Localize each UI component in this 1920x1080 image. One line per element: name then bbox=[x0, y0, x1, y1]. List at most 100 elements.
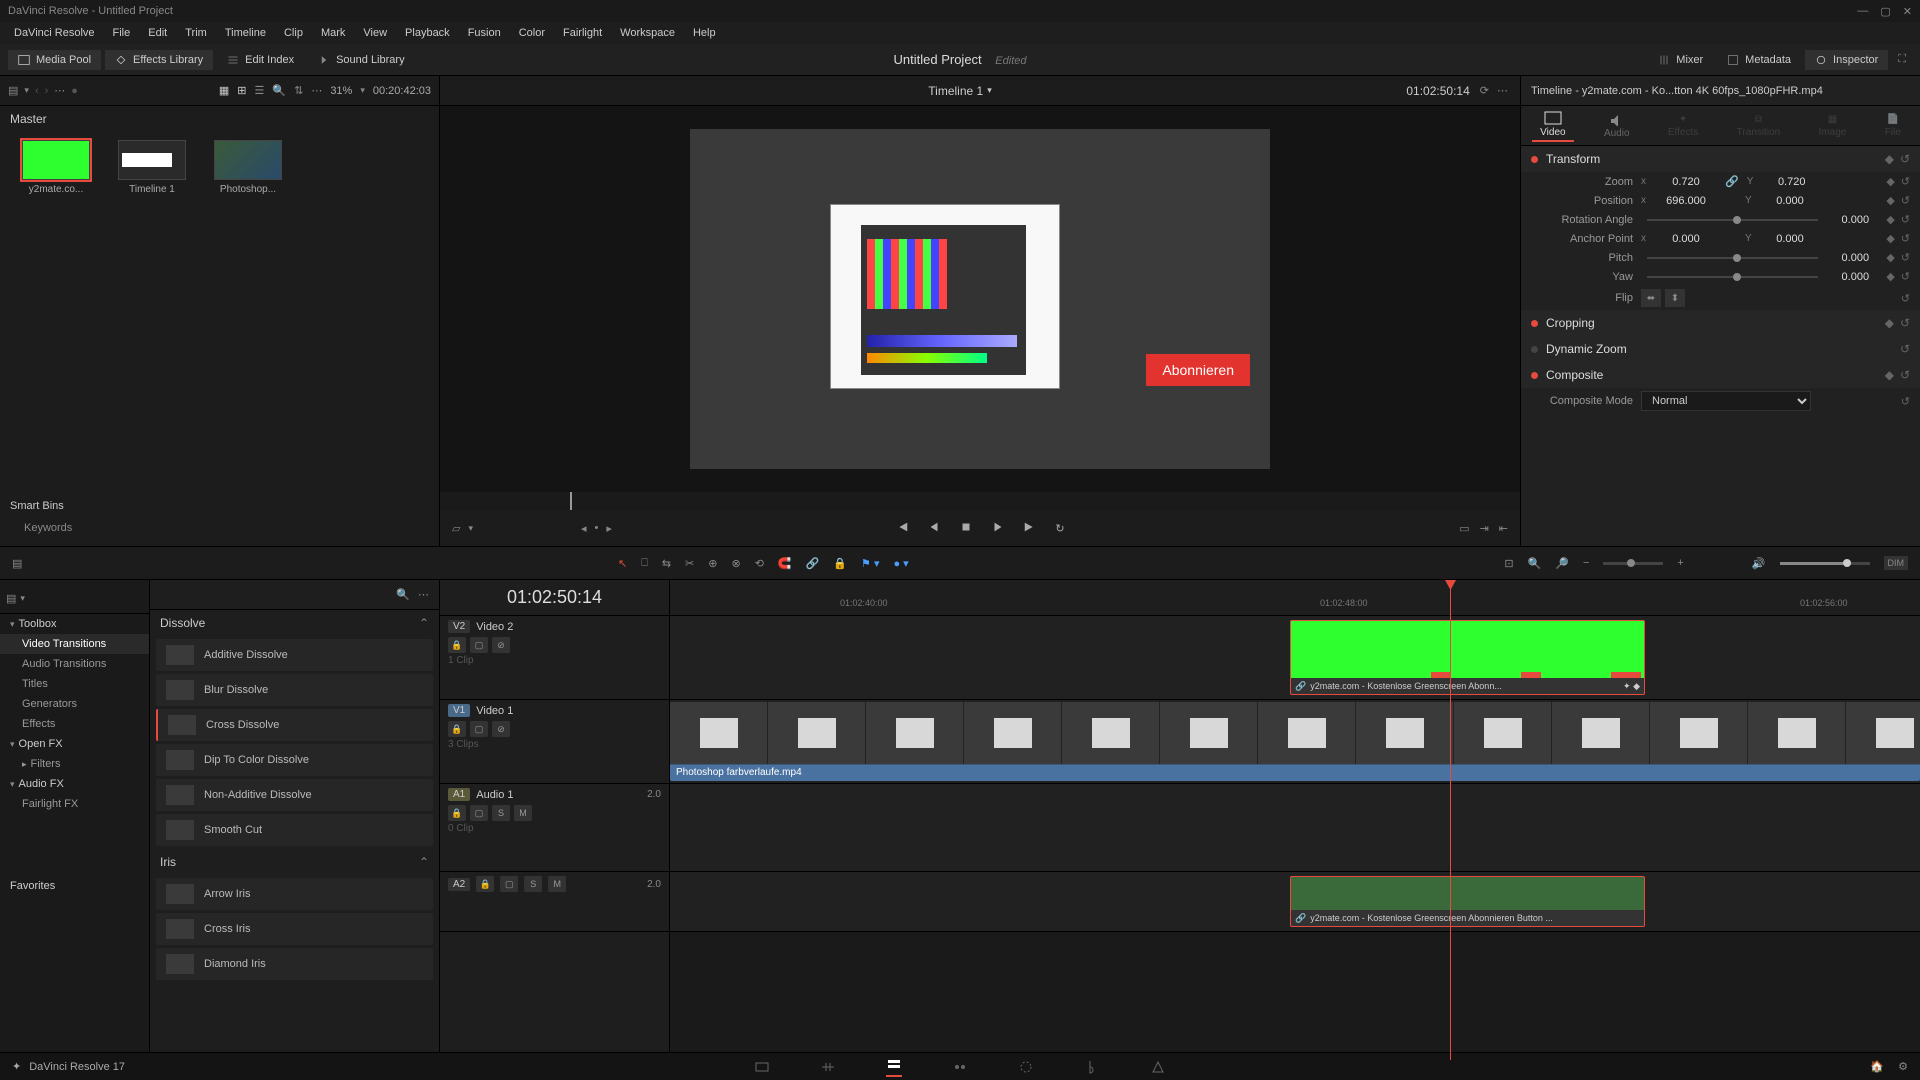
viewer-scrubber[interactable] bbox=[440, 492, 1520, 510]
fx-tree-video-transitions[interactable]: Video Transitions bbox=[0, 634, 149, 654]
go-in-icon[interactable]: ⇥ bbox=[1480, 522, 1489, 535]
pitch-slider[interactable] bbox=[1647, 257, 1818, 259]
enable-dot-icon[interactable] bbox=[1531, 156, 1538, 163]
dissolve-category[interactable]: Dissolve⌃ bbox=[150, 610, 439, 636]
mute-button[interactable]: M bbox=[548, 876, 566, 892]
fairlight-page-icon[interactable] bbox=[1084, 1057, 1100, 1077]
zoom-y-value[interactable]: 0.720 bbox=[1761, 176, 1823, 188]
mute-button[interactable]: M bbox=[514, 805, 532, 821]
bin-icon[interactable]: ▤ bbox=[6, 592, 16, 605]
mixer-toggle[interactable]: Mixer bbox=[1648, 50, 1713, 70]
grid-view-icon[interactable]: ⊞ bbox=[237, 84, 246, 97]
more-icon[interactable]: ⋯ bbox=[311, 84, 322, 97]
reset-icon[interactable]: ↺ bbox=[1901, 395, 1910, 408]
keyframe-icon[interactable]: ◆ bbox=[1885, 368, 1894, 382]
inspector-toggle[interactable]: Inspector bbox=[1805, 50, 1888, 70]
fx-item[interactable]: Diamond Iris bbox=[156, 948, 433, 980]
reset-icon[interactable]: ↺ bbox=[1901, 194, 1910, 207]
openfx-header[interactable]: ▾Open FX bbox=[4, 734, 149, 754]
inspector-tab-audio[interactable]: Audio bbox=[1596, 110, 1638, 141]
master-bin[interactable]: Master bbox=[0, 106, 439, 132]
keyframe-icon[interactable]: ◆ bbox=[1886, 175, 1894, 188]
auto-select-icon[interactable]: ▢ bbox=[470, 637, 488, 653]
lock-track-icon[interactable]: 🔒 bbox=[448, 805, 466, 821]
zoom-to-fit-icon[interactable]: ⊡ bbox=[1504, 557, 1513, 570]
sort-icon[interactable]: ⇅ bbox=[294, 84, 303, 97]
reset-icon[interactable]: ↺ bbox=[1900, 316, 1910, 330]
menu-item[interactable]: Edit bbox=[140, 25, 175, 41]
search-icon[interactable]: 🔍 bbox=[272, 84, 286, 97]
edit-index-toggle[interactable]: Edit Index bbox=[217, 50, 304, 70]
fx-item[interactable]: Arrow Iris bbox=[156, 878, 433, 910]
blade-tool-icon[interactable]: ✂ bbox=[685, 557, 694, 570]
media-page-icon[interactable] bbox=[754, 1057, 770, 1077]
media-clip-thumb[interactable]: Timeline 1 bbox=[108, 140, 196, 195]
viewer-timeline-title[interactable]: Timeline 1 ▾ bbox=[928, 84, 991, 98]
replace-icon[interactable]: ⟲ bbox=[755, 557, 764, 570]
track-header-a1[interactable]: A1 Audio 1 2.0 🔒 ▢ S M 0 Clip bbox=[440, 784, 669, 872]
menu-item[interactable]: Help bbox=[685, 25, 724, 41]
fx-item[interactable]: Dip To Color Dissolve bbox=[156, 744, 433, 776]
track-header-v1[interactable]: V1 Video 1 🔒 ▢ ⊘ 3 Clips bbox=[440, 700, 669, 784]
more-icon[interactable]: ⋯ bbox=[1497, 84, 1508, 97]
menu-item[interactable]: Color bbox=[511, 25, 553, 41]
home-icon[interactable]: 🏠 bbox=[1870, 1060, 1884, 1073]
inspector-tab-transition[interactable]: ⧉ Transition bbox=[1729, 112, 1789, 140]
iris-category[interactable]: Iris⌃ bbox=[150, 849, 439, 875]
keyframe-icon[interactable]: ◆ bbox=[1885, 316, 1894, 330]
yaw-value[interactable]: 0.000 bbox=[1824, 271, 1886, 283]
media-clip-thumb[interactable]: y2mate.co... bbox=[12, 140, 100, 195]
auto-select-icon[interactable]: ▢ bbox=[500, 876, 518, 892]
fx-tree-fairlightfx[interactable]: Fairlight FX bbox=[0, 794, 149, 814]
fusion-page-icon[interactable] bbox=[952, 1057, 968, 1077]
enable-dot-icon[interactable] bbox=[1531, 372, 1538, 379]
disable-track-icon[interactable]: ⊘ bbox=[492, 637, 510, 653]
trim-tool-icon[interactable]: ⎕ bbox=[641, 557, 648, 570]
enable-dot-icon[interactable] bbox=[1531, 320, 1538, 327]
favorites-header[interactable]: Favorites bbox=[0, 874, 149, 898]
menu-item[interactable]: Workspace bbox=[612, 25, 683, 41]
reset-icon[interactable]: ↺ bbox=[1901, 251, 1910, 264]
thumbnail-view-icon[interactable]: ▦ bbox=[219, 84, 229, 97]
composite-section-header[interactable]: Composite ◆↺ bbox=[1521, 362, 1920, 388]
reset-icon[interactable]: ↺ bbox=[1901, 270, 1910, 283]
sound-library-toggle[interactable]: Sound Library bbox=[308, 50, 415, 70]
fx-item[interactable]: Additive Dissolve bbox=[156, 639, 433, 671]
window-close-icon[interactable]: ✕ bbox=[1903, 5, 1912, 18]
transform-overlay-icon[interactable]: ▱ bbox=[452, 522, 460, 535]
fx-item[interactable]: Non-Additive Dissolve bbox=[156, 779, 433, 811]
fx-tree-audio-transitions[interactable]: Audio Transitions bbox=[0, 654, 149, 674]
cropping-section-header[interactable]: Cropping ◆↺ bbox=[1521, 310, 1920, 336]
menu-item[interactable]: Timeline bbox=[217, 25, 274, 41]
last-frame-icon[interactable] bbox=[1023, 520, 1037, 537]
edit-page-icon[interactable] bbox=[886, 1057, 902, 1077]
volume-icon[interactable]: 🔊 bbox=[1752, 557, 1766, 570]
loop-icon[interactable]: ↻ bbox=[1055, 522, 1064, 535]
timeline-options-icon[interactable]: ▤ bbox=[12, 557, 22, 570]
zoom-in-icon[interactable]: + bbox=[1677, 557, 1683, 569]
yaw-slider[interactable] bbox=[1647, 276, 1818, 278]
solo-button[interactable]: S bbox=[492, 805, 510, 821]
toolbox-header[interactable]: ▾Toolbox bbox=[4, 614, 149, 634]
auto-select-icon[interactable]: ▢ bbox=[470, 805, 488, 821]
volume-slider[interactable] bbox=[1780, 562, 1870, 565]
window-minimize-icon[interactable]: — bbox=[1857, 5, 1868, 18]
track-lane-v2[interactable]: 🔗 y2mate.com - Kostenlose Greenscreen Ab… bbox=[670, 616, 1920, 700]
search-icon[interactable]: 🔍 bbox=[396, 588, 410, 601]
transform-section-header[interactable]: Transform ◆↺ bbox=[1521, 146, 1920, 172]
rotation-value[interactable]: 0.000 bbox=[1824, 214, 1886, 226]
chevron-down-icon[interactable]: ▾ bbox=[468, 523, 473, 534]
lock-track-icon[interactable]: 🔒 bbox=[476, 876, 494, 892]
video-clip-v1[interactable]: Photoshop farbverlaufe.mp4 bbox=[670, 702, 1920, 781]
anchor-x-value[interactable]: 0.000 bbox=[1655, 233, 1717, 245]
zoom-out-icon[interactable]: − bbox=[1583, 557, 1589, 569]
inspector-tab-image[interactable]: ▦ Image bbox=[1811, 112, 1855, 140]
enable-dot-icon[interactable] bbox=[1531, 346, 1538, 353]
bin-view-icon[interactable]: ▤ bbox=[8, 84, 18, 97]
position-x-value[interactable]: 696.000 bbox=[1655, 195, 1717, 207]
first-frame-icon[interactable] bbox=[895, 520, 909, 537]
fx-item[interactable]: Cross Iris bbox=[156, 913, 433, 945]
dynamic-zoom-section-header[interactable]: Dynamic Zoom ↺ bbox=[1521, 336, 1920, 362]
chevron-down-icon[interactable]: ▾ bbox=[20, 593, 25, 604]
dynamic-trim-icon[interactable]: ⇆ bbox=[662, 557, 671, 570]
